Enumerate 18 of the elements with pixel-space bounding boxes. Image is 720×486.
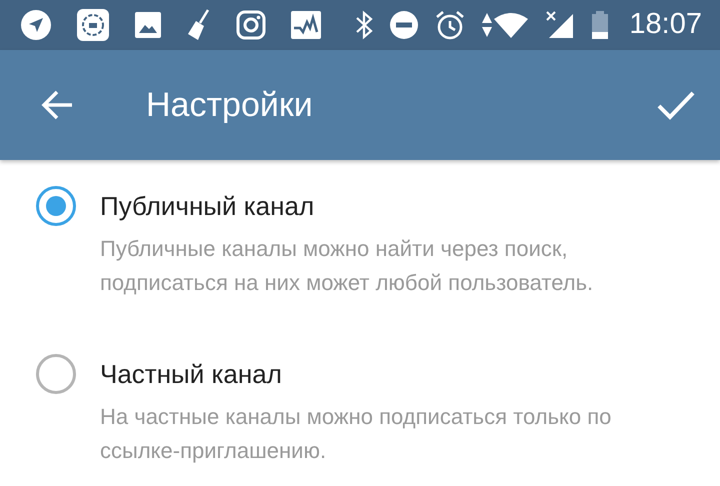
radio-button[interactable] xyxy=(36,354,76,394)
do-not-disturb-icon xyxy=(389,10,420,40)
toolbar-title: Настройки xyxy=(146,84,314,126)
cellular-signal-icon xyxy=(545,10,576,40)
image-icon xyxy=(134,11,162,39)
battery-icon xyxy=(591,10,610,40)
broom-icon xyxy=(186,9,212,41)
option-description: На частные каналы можно подписаться только по ссылке-приглашению. xyxy=(100,403,612,465)
camera-icon xyxy=(236,10,266,40)
option-title: Частный канал xyxy=(100,358,283,391)
radio-button[interactable] xyxy=(36,186,76,226)
option-description: Публичные каналы можно найти через поиск, подписаться на них может любой пользователь. xyxy=(100,235,594,297)
status-time: 18:07 xyxy=(629,7,702,42)
data-arrows-icon xyxy=(481,11,494,39)
activity-chart-icon xyxy=(290,10,322,40)
option-title: Публичный канал xyxy=(100,190,316,223)
bluetooth-icon xyxy=(355,10,374,40)
alarm-clock-icon xyxy=(435,10,466,40)
